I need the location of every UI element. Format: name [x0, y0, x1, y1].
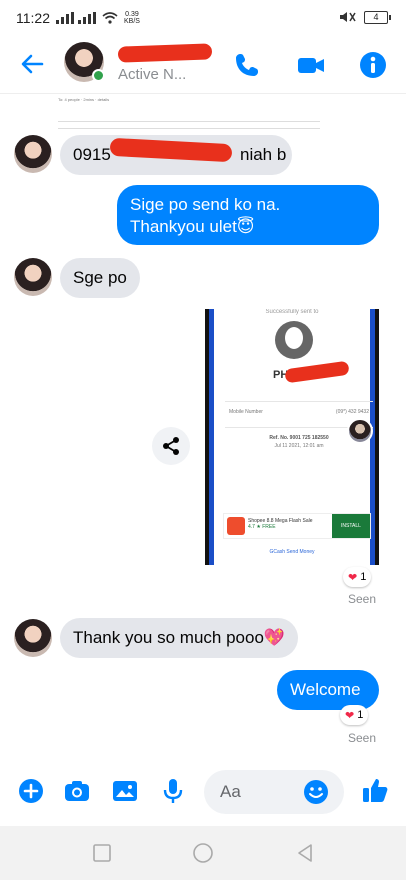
speed-unit: KB/S — [124, 18, 140, 25]
forwarded-snippet: To: 4 people · 2mins · details — [58, 97, 320, 131]
forwarded-snippet-text: To: 4 people · 2mins · details — [58, 97, 110, 102]
ad-install-button: INSTALL — [332, 514, 370, 538]
share-button[interactable] — [152, 427, 190, 465]
mobile-value: (09*) 432 9432 — [335, 409, 369, 415]
status-time: 11:22 — [16, 10, 50, 26]
snippet-toolbar — [58, 121, 320, 129]
mobile-label: Mobile Number — [229, 409, 263, 415]
reaction-heart[interactable]: ❤ 1 — [340, 705, 369, 725]
sender-avatar — [14, 135, 52, 173]
heart-icon: ❤ — [345, 709, 355, 722]
redacted-contact-name — [117, 43, 213, 63]
info-icon[interactable] — [358, 50, 388, 80]
back-arrow-icon[interactable] — [18, 50, 46, 78]
message-composer: Aa — [0, 760, 406, 822]
image-icon[interactable] — [110, 776, 140, 806]
ad-banner: Shopee 8.8 Mega Flash Sale 4.7 ★ FREE IN… — [223, 513, 371, 539]
read-receipt-avatar — [347, 418, 373, 444]
recipient-avatar-icon — [275, 321, 313, 359]
system-nav-bar — [0, 826, 406, 880]
sender-avatar — [14, 619, 52, 657]
message-send-confirm-line2: Thankyou ulet😇 — [130, 217, 255, 236]
message-number-tail: niah b — [240, 145, 287, 164]
wifi-icon — [102, 12, 118, 24]
message-sge[interactable]: Sge po — [60, 258, 140, 298]
cell-signal-2-icon — [78, 12, 96, 24]
ref-number: Ref. No. 9001 725 182550 — [269, 435, 329, 441]
battery-icon: 4 — [364, 10, 391, 24]
message-thank-you[interactable]: Thank you so much pooo💖 — [60, 618, 299, 658]
emoji-icon[interactable] — [301, 777, 331, 807]
recent-apps-icon[interactable] — [91, 842, 113, 864]
camera-icon[interactable] — [62, 776, 92, 806]
status-bar: 11:22 0.39 KB/S 4 — [0, 0, 406, 36]
heart-icon: ❤ — [348, 571, 358, 584]
video-camera-icon[interactable] — [296, 50, 326, 80]
battery-level: 4 — [373, 12, 379, 22]
ad-text: Shopee 8.8 Mega Flash Sale 4.7 ★ FREE — [248, 518, 313, 530]
home-icon[interactable] — [192, 842, 214, 864]
redacted-recipient — [284, 360, 350, 384]
reaction-heart[interactable]: ❤ 1 — [343, 567, 372, 587]
message-list: To: 4 people · 2mins · details 0915 niah… — [0, 95, 406, 755]
thumbs-up-icon[interactable] — [360, 776, 390, 806]
ad-subtitle: 4.7 ★ FREE — [248, 524, 276, 530]
message-send-confirm-line1: Sige po send ko na. — [130, 195, 281, 214]
phone-icon[interactable] — [232, 50, 262, 80]
message-send-confirm[interactable]: Sige po send ko na. Thankyou ulet😇 — [117, 185, 379, 245]
microphone-icon[interactable] — [158, 776, 188, 806]
message-number-text: 0915 — [73, 145, 111, 164]
screenshot-border-left — [209, 309, 214, 565]
seen-label: Seen — [348, 731, 377, 745]
back-nav-icon[interactable] — [294, 842, 316, 864]
share-icon — [163, 437, 179, 455]
network-speed: 0.39 KB/S — [124, 11, 140, 25]
message-welcome[interactable]: Welcome — [277, 670, 379, 710]
mobile-row: Mobile Number (09*) 432 9432 — [229, 409, 369, 415]
divider — [225, 401, 373, 402]
active-status: Active N... — [118, 66, 187, 83]
cell-signal-icon — [56, 12, 74, 24]
sender-avatar — [14, 258, 52, 296]
transaction-date: Jul 11 2021, 12:01 am — [274, 443, 324, 449]
shopee-logo-icon — [227, 517, 245, 535]
seen-label: Seen — [348, 592, 377, 606]
date-row: Jul 11 2021, 12:01 am — [229, 443, 369, 449]
reaction-count: 1 — [360, 571, 367, 583]
speed-value: 0.39 — [125, 11, 139, 18]
reaction-count: 1 — [357, 709, 364, 721]
online-indicator — [92, 69, 105, 82]
screenshot-title: Successfully sent to — [265, 309, 319, 315]
plus-icon[interactable] — [16, 776, 46, 806]
mute-icon — [340, 12, 356, 22]
message-input-placeholder: Aa — [220, 782, 241, 801]
screenshot-footer: GCash Send Money — [269, 549, 315, 555]
chat-header: Active N... — [0, 36, 406, 94]
